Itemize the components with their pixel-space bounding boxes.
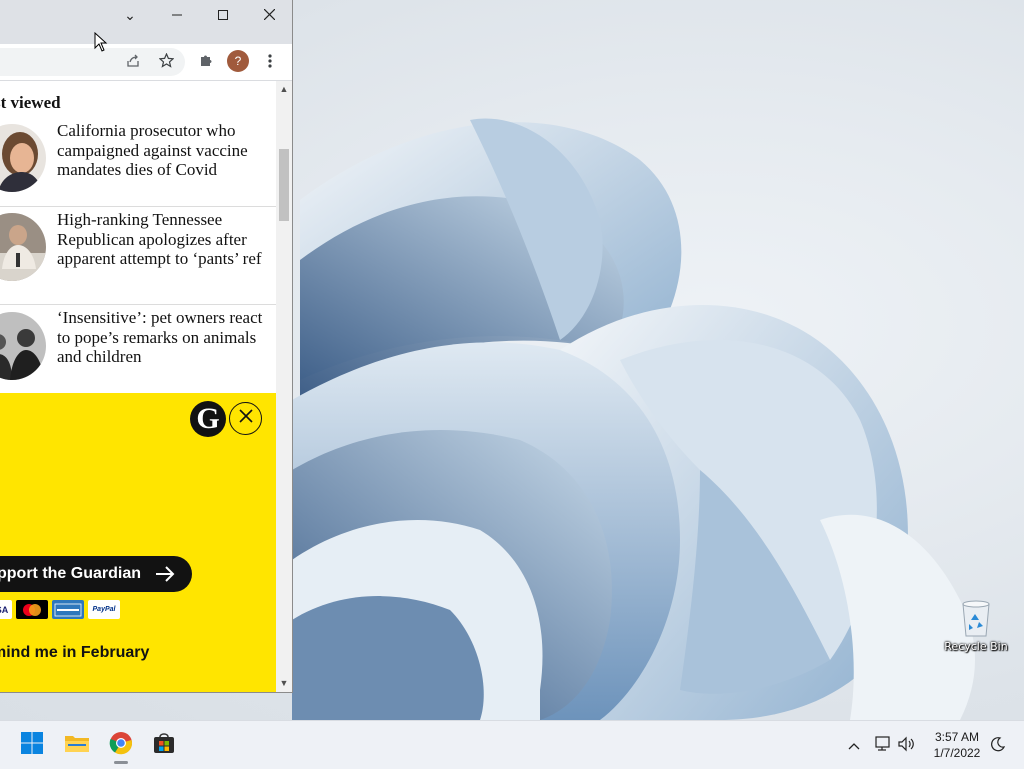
scroll-up-arrow-icon[interactable]: ▲ — [279, 83, 289, 95]
article-thumbnail — [0, 213, 46, 281]
amex-icon — [52, 600, 84, 619]
maximize-icon — [218, 7, 228, 23]
mastercard-icon — [16, 600, 48, 619]
arrow-right-icon — [153, 562, 177, 591]
guardian-logo: G — [190, 401, 226, 437]
title-bar[interactable]: ⌄ — [0, 0, 292, 44]
file-explorer-button[interactable] — [59, 727, 95, 763]
network-button[interactable] — [872, 735, 892, 755]
tab-search-button[interactable]: ⌄ — [107, 0, 153, 30]
minimize-button[interactable] — [154, 0, 200, 30]
bookmark-button[interactable] — [154, 50, 178, 74]
chrome-icon — [109, 731, 133, 760]
moon-icon — [990, 736, 1006, 755]
maximize-button[interactable] — [200, 0, 246, 30]
article-headline[interactable]: High-ranking Tennessee Republican apolog… — [57, 210, 276, 269]
support-banner: G pport the Guardian SA — [0, 393, 276, 692]
clock-date: 1/7/2022 — [933, 746, 981, 760]
support-the-guardian-button[interactable]: pport the Guardian — [0, 556, 192, 592]
close-icon — [238, 409, 253, 428]
most-viewed-item[interactable]: ‘Insensitive’: pet owners react to pope’… — [0, 304, 276, 392]
extensions-button[interactable] — [194, 50, 218, 74]
speaker-icon — [897, 736, 915, 755]
active-app-indicator — [114, 761, 128, 764]
mouse-pointer-icon — [94, 31, 108, 57]
recycle-bin-icon — [958, 598, 994, 638]
taskbar: 3:57 AM 1/7/2022 — [0, 720, 1024, 769]
minimize-icon — [172, 7, 182, 23]
most-viewed-item[interactable]: California prosecutor who campaigned aga… — [0, 119, 276, 207]
guardian-logo-letter: G — [196, 402, 220, 435]
recycle-bin-label: Recycle Bin — [944, 640, 1008, 653]
volume-button[interactable] — [896, 735, 916, 755]
start-button[interactable] — [14, 727, 50, 763]
clock-time: 3:57 AM — [934, 730, 980, 744]
page-scrollbar[interactable]: ▲ ▼ — [276, 81, 292, 692]
support-button-label: pport the Guardian — [0, 565, 141, 582]
most-viewed-item[interactable]: High-ranking Tennessee Republican apolog… — [0, 206, 276, 305]
star-icon — [158, 52, 174, 71]
article-headline[interactable]: ‘Insensitive’: pet owners react to pope’… — [57, 308, 276, 367]
chrome-taskbar-button[interactable] — [103, 727, 139, 763]
visa-icon: SA — [0, 600, 12, 619]
close-button[interactable] — [246, 0, 292, 30]
windows-logo-icon — [20, 731, 44, 760]
puzzle-icon — [199, 53, 214, 71]
web-page-content: st viewed California prosecutor who camp… — [0, 81, 276, 692]
scroll-down-arrow-icon[interactable]: ▼ — [279, 677, 289, 689]
network-icon — [873, 735, 891, 755]
scrollbar-thumb[interactable] — [279, 149, 289, 221]
microsoft-store-button[interactable] — [146, 727, 182, 763]
menu-button[interactable] — [258, 50, 282, 74]
close-icon — [263, 7, 275, 23]
show-hidden-icons-button[interactable] — [844, 735, 864, 755]
recycle-bin-shortcut[interactable]: Recycle Bin — [940, 598, 1012, 662]
store-bag-icon — [152, 731, 176, 760]
kebab-menu-icon — [268, 53, 272, 71]
share-button[interactable] — [121, 50, 145, 74]
remind-me-link[interactable]: mind me in February — [0, 644, 149, 662]
share-icon — [126, 54, 140, 71]
chevron-up-icon — [848, 738, 860, 753]
chevron-down-icon: ⌄ — [124, 6, 136, 23]
article-headline[interactable]: California prosecutor who campaigned aga… — [57, 121, 276, 180]
most-viewed-heading: st viewed — [0, 93, 61, 112]
taskbar-clock[interactable]: 3:57 AM 1/7/2022 — [926, 729, 988, 761]
article-thumbnail — [0, 312, 46, 380]
paypal-icon: PayPal — [88, 600, 120, 619]
profile-avatar[interactable]: ? — [227, 50, 249, 72]
banner-close-button[interactable] — [229, 402, 262, 435]
folder-icon — [64, 732, 90, 759]
chrome-window[interactable]: ⌄ ? st viewed California prosecutor who … — [0, 0, 293, 693]
article-thumbnail — [0, 124, 46, 192]
focus-assist-button[interactable] — [988, 735, 1008, 755]
